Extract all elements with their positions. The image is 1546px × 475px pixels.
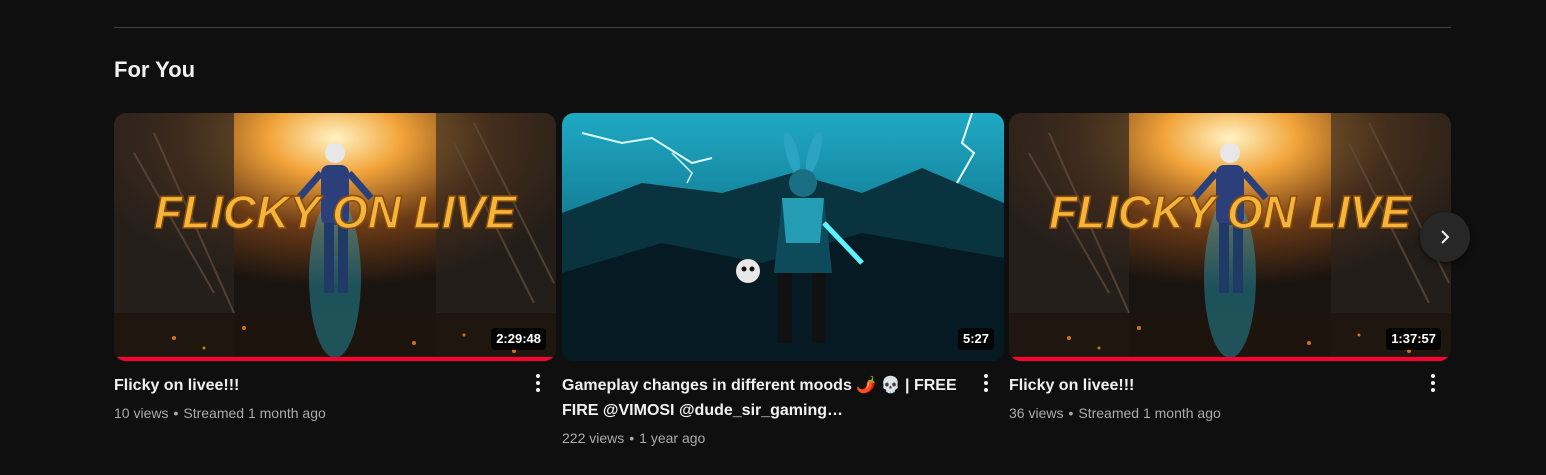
page: For You FLICKY ON LIVE 2:29:48 Flicky on…: [0, 0, 1546, 475]
publish-age: Streamed 1 month ago: [1078, 405, 1221, 421]
video-title[interactable]: Gameplay changes in different moods 🌶️ 💀…: [562, 373, 964, 423]
thumbnail-art-flicky: FLICKY ON LIVE: [114, 113, 556, 361]
chevron-right-icon: [1441, 230, 1450, 244]
video-card: FLICKY ON LIVE 2:29:48 Flicky on livee!!…: [114, 113, 556, 423]
view-count: 222 views: [562, 430, 625, 446]
section-title: For You: [114, 57, 196, 82]
video-title[interactable]: Flicky on livee!!!: [1009, 373, 1411, 398]
duration-badge: 5:27: [957, 328, 994, 350]
video-title[interactable]: Flicky on livee!!!: [114, 373, 516, 398]
duration-badge: 1:37:57: [1386, 328, 1441, 350]
view-count: 10 views: [114, 405, 169, 421]
video-stats: 36 views • Streamed 1 month ago: [1009, 403, 1411, 423]
separator-dot: •: [629, 430, 635, 446]
more-vert-icon[interactable]: [974, 369, 998, 397]
publish-age: 1 year ago: [639, 430, 706, 446]
video-card: 5:27 Gameplay changes in different moods…: [562, 113, 1004, 448]
separator-dot: •: [173, 405, 179, 421]
more-vert-icon[interactable]: [1421, 369, 1445, 397]
thumbnail-overlay-text: FLICKY ON LIVE: [154, 186, 517, 238]
thumbnail-art-rabbit-warrior: [562, 113, 1004, 361]
video-meta: Flicky on livee!!! 10 views • Streamed 1 m…: [114, 361, 556, 423]
video-stats: 10 views • Streamed 1 month ago: [114, 403, 516, 423]
section-divider: [114, 27, 1451, 28]
more-vert-icon[interactable]: [526, 369, 550, 397]
video-thumbnail[interactable]: 5:27: [562, 113, 1004, 361]
thumbnail-art-flicky: FLICKY ON LIVE: [1009, 113, 1451, 361]
thumbnail-overlay-text: FLICKY ON LIVE: [1049, 186, 1412, 238]
view-count: 36 views: [1009, 405, 1064, 421]
publish-age: Streamed 1 month ago: [183, 405, 326, 421]
video-thumbnail[interactable]: FLICKY ON LIVE 2:29:48: [114, 113, 556, 361]
duration-badge: 2:29:48: [491, 328, 546, 350]
video-stats: 222 views • 1 year ago: [562, 428, 964, 448]
video-card: FLICKY ON LIVE 1:37:57 Flicky on livee!!…: [1009, 113, 1451, 423]
separator-dot: •: [1068, 405, 1074, 421]
video-thumbnail[interactable]: FLICKY ON LIVE 1:37:57: [1009, 113, 1451, 361]
video-meta: Gameplay changes in different moods 🌶️ 💀…: [562, 361, 1004, 448]
video-meta: Flicky on livee!!! 36 views • Streamed 1 m…: [1009, 361, 1451, 423]
shelf-next-button[interactable]: [1420, 212, 1470, 262]
video-shelf: FLICKY ON LIVE 2:29:48 Flicky on livee!!…: [114, 113, 1451, 463]
